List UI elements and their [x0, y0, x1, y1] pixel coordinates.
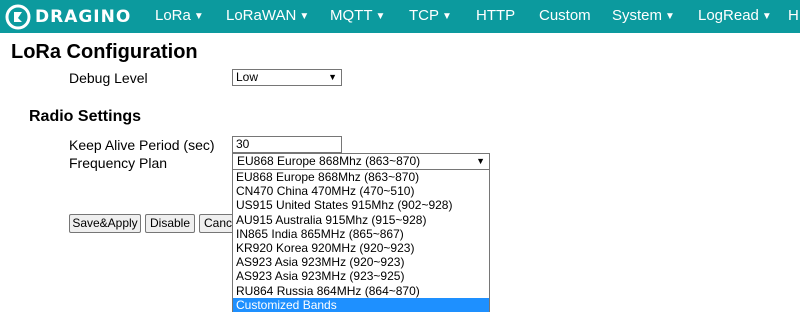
dropdown-option[interactable]: CN470 China 470MHz (470~510)	[233, 184, 489, 198]
nav-mqtt[interactable]: MQTT ▼	[330, 0, 385, 33]
nav-http[interactable]: HTTP	[476, 0, 515, 33]
dropdown-option[interactable]: AU915 Australia 915Mhz (915~928)	[233, 213, 489, 227]
nav-system[interactable]: System ▼	[612, 0, 675, 33]
brand-logo[interactable]: DRAGINO	[5, 3, 131, 30]
brand-name: DRAGINO	[35, 6, 132, 27]
nav-tcp[interactable]: TCP ▼	[409, 0, 452, 33]
caret-down-icon: ▼	[193, 11, 204, 22]
dropdown-option[interactable]: EU868 Europe 868Mhz (863~870)	[233, 170, 489, 184]
nav-logread[interactable]: LogRead ▼	[698, 0, 772, 33]
keep-alive-input[interactable]: 30	[232, 136, 342, 153]
dropdown-option[interactable]: US915 United States 915Mhz (902~928)	[233, 198, 489, 212]
debug-level-select[interactable]: Low ▼	[232, 69, 342, 86]
dropdown-option[interactable]: KR920 Korea 920MHz (920~923)	[233, 241, 489, 255]
caret-down-icon: ▼	[665, 11, 675, 22]
dropdown-option[interactable]: RU864 Russia 864MHz (864~870)	[233, 284, 489, 298]
dropdown-arrow-icon: ▼	[476, 156, 485, 166]
page-title: LoRa Configuration	[11, 41, 198, 63]
dropdown-option[interactable]: AS923 Asia 923MHz (923~925)	[233, 269, 489, 283]
nav-lorawan[interactable]: LoRaWAN ▼	[226, 0, 309, 33]
debug-level-label: Debug Level	[69, 70, 148, 86]
caret-down-icon: ▼	[442, 11, 452, 22]
dropdown-option[interactable]: AS923 Asia 923MHz (920~923)	[233, 255, 489, 269]
keep-alive-label: Keep Alive Period (sec)	[69, 137, 215, 153]
disable-button[interactable]: Disable	[145, 214, 195, 233]
nav-help-partial[interactable]: H	[788, 0, 799, 33]
frequency-plan-select[interactable]: EU868 Europe 868Mhz (863~870) ▼	[232, 153, 490, 170]
frequency-plan-label: Frequency Plan	[69, 155, 168, 171]
top-navbar: DRAGINO LoRa ▼ LoRaWAN ▼ MQTT ▼ TCP ▼ HTTP C…	[0, 0, 800, 33]
nav-custom[interactable]: Custom	[539, 0, 591, 33]
save-apply-button[interactable]: Save&Apply	[69, 214, 141, 233]
dragino-logo-icon	[5, 4, 31, 29]
frequency-plan-dropdown-list: EU868 Europe 868Mhz (863~870) CN470 Chin…	[232, 169, 490, 312]
dropdown-arrow-icon: ▼	[328, 72, 337, 82]
dropdown-option[interactable]: Customized Bands	[233, 297, 489, 312]
caret-down-icon: ▼	[299, 11, 310, 22]
dropdown-option[interactable]: IN865 India 865MHz (865~867)	[233, 227, 489, 241]
caret-down-icon: ▼	[375, 11, 386, 22]
caret-down-icon: ▼	[761, 11, 772, 22]
nav-lora[interactable]: LoRa ▼	[155, 0, 204, 33]
radio-settings-heading: Radio Settings	[29, 108, 142, 125]
